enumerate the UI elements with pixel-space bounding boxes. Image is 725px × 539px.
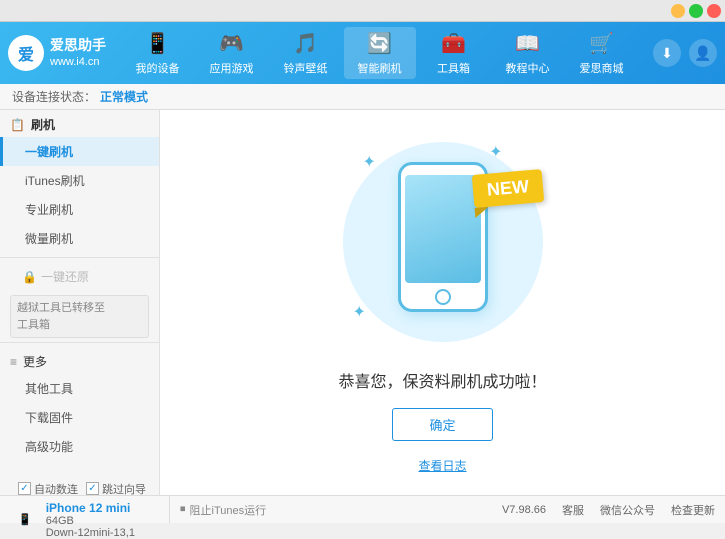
bottom-right: V7.98.66 客服 微信公众号 检查更新 xyxy=(502,502,715,518)
skip-wizard-cb-box: ✓ xyxy=(86,482,99,495)
auto-connect-checkbox[interactable]: ✓ 自动数连 xyxy=(18,481,78,497)
status-label: 设备连接状态： xyxy=(12,88,96,105)
status-value: 正常模式 xyxy=(100,88,148,105)
sidebar-item-download-fw[interactable]: 下载固件 xyxy=(0,403,159,432)
confirm-button[interactable]: 确定 xyxy=(392,408,492,441)
sidebar-item-one-click-flash[interactable]: 一键刷机 xyxy=(0,137,159,166)
nav-item-toolbox[interactable]: 🧰 工具箱 xyxy=(418,27,490,79)
tutorial-icon: 📖 xyxy=(515,31,540,56)
main-layout: 📋 刷机 一键刷机 iTunes刷机 专业刷机 微量刷机 🔒 一键还原 越狱工具… xyxy=(0,110,725,495)
success-text: 恭喜您，保资料刷机成功啦！ xyxy=(338,368,546,392)
my-device-icon: 📱 xyxy=(145,31,170,56)
new-badge: NEW xyxy=(471,169,544,208)
stop-itunes-button[interactable]: ⏹ 阻止iTunes运行 xyxy=(180,502,266,518)
toolbox-icon: 🧰 xyxy=(441,31,466,56)
sidebar-divider-1 xyxy=(0,257,159,258)
stop-itunes-icon: ⏹ xyxy=(180,503,186,516)
sidebar-note-jailbreak: 越狱工具已转移至工具箱 xyxy=(10,295,149,338)
bottom-bar: ✓ 自动数连 ✓ 跳过向导 📱 iPhone 12 mini 64GB Down… xyxy=(0,495,725,523)
minimize-button[interactable] xyxy=(671,4,685,18)
apps-games-icon: 🎮 xyxy=(219,31,244,56)
sidebar-disabled-restore: 🔒 一键还原 xyxy=(0,262,159,291)
top-nav: 爱 爱思助手 www.i4.cn 📱 我的设备 🎮 应用游戏 🎵 铃声壁纸 🔄 … xyxy=(0,22,725,84)
sidebar-item-pro-flash[interactable]: 专业刷机 xyxy=(0,195,159,224)
sidebar-divider-2 xyxy=(0,342,159,343)
back-today-link[interactable]: 查看日志 xyxy=(418,457,466,474)
ringtones-icon: 🎵 xyxy=(293,31,318,56)
sidebar-item-advanced[interactable]: 高级功能 xyxy=(0,432,159,461)
sidebar: 📋 刷机 一键刷机 iTunes刷机 专业刷机 微量刷机 🔒 一键还原 越狱工具… xyxy=(0,110,160,495)
logo-text: 爱思助手 www.i4.cn xyxy=(50,36,106,71)
phone-home-btn xyxy=(435,289,451,305)
nav-item-ringtones[interactable]: 🎵 铃声壁纸 xyxy=(270,27,342,79)
nav-right: ⬇ 👤 xyxy=(653,39,717,67)
content-area: NEW ✦ ✦ ✦ 恭喜您，保资料刷机成功啦！ 确定 查看日志 xyxy=(160,110,725,495)
auto-connect-cb-box: ✓ xyxy=(18,482,31,495)
device-info: iPhone 12 mini 64GB Down-12mini-13,1 xyxy=(36,501,145,539)
bottom-left-section: ✓ 自动数连 ✓ 跳过向导 📱 iPhone 12 mini 64GB Down… xyxy=(10,496,170,523)
title-bar xyxy=(0,0,725,22)
sidebar-item-other-tools[interactable]: 其他工具 xyxy=(0,374,159,403)
nav-item-tutorial[interactable]: 📖 教程中心 xyxy=(492,27,564,79)
skip-wizard-checkbox[interactable]: ✓ 跳过向导 xyxy=(86,481,146,497)
wechat-link[interactable]: 微信公众号 xyxy=(600,502,655,518)
success-illustration: NEW ✦ ✦ ✦ xyxy=(333,132,553,352)
sidebar-more-section: ≡ 更多 xyxy=(0,347,159,374)
close-button[interactable] xyxy=(707,4,721,18)
device-phone-icon: 📱 xyxy=(18,513,32,526)
flash-section-icon: 📋 xyxy=(10,118,25,132)
download-button[interactable]: ⬇ xyxy=(653,39,681,67)
logo-icon: 爱 xyxy=(8,35,44,71)
nav-item-store[interactable]: 🛒 爱思商城 xyxy=(566,27,638,79)
nav-items: 📱 我的设备 🎮 应用游戏 🎵 铃声壁纸 🔄 智能刷机 🧰 工具箱 📖 教程中心… xyxy=(116,27,643,79)
maximize-button[interactable] xyxy=(689,4,703,18)
service-link[interactable]: 客服 xyxy=(562,502,584,518)
sparkle-3: ✦ xyxy=(353,302,366,322)
version-label: V7.98.66 xyxy=(502,504,546,516)
bottom-main-section: ⏹ 阻止iTunes运行 xyxy=(170,502,502,518)
more-section-icon: ≡ xyxy=(10,355,17,369)
user-button[interactable]: 👤 xyxy=(689,39,717,67)
store-icon: 🛒 xyxy=(589,31,614,56)
phone-screen xyxy=(405,175,481,283)
sidebar-flash-section: 📋 刷机 xyxy=(0,110,159,137)
sparkle-2: ✦ xyxy=(489,142,502,162)
update-link[interactable]: 检查更新 xyxy=(671,502,715,518)
nav-item-my-device[interactable]: 📱 我的设备 xyxy=(122,27,194,79)
status-bar: 设备连接状态： 正常模式 xyxy=(0,84,725,110)
sidebar-item-itunes-flash[interactable]: iTunes刷机 xyxy=(0,166,159,195)
nav-item-apps-games[interactable]: 🎮 应用游戏 xyxy=(196,27,268,79)
nav-item-smart-flash[interactable]: 🔄 智能刷机 xyxy=(344,27,416,79)
smart-flash-icon: 🔄 xyxy=(367,31,392,56)
sparkle-1: ✦ xyxy=(363,152,376,172)
sidebar-item-micro-flash[interactable]: 微量刷机 xyxy=(0,224,159,253)
logo-area: 爱 爱思助手 www.i4.cn xyxy=(8,35,106,71)
